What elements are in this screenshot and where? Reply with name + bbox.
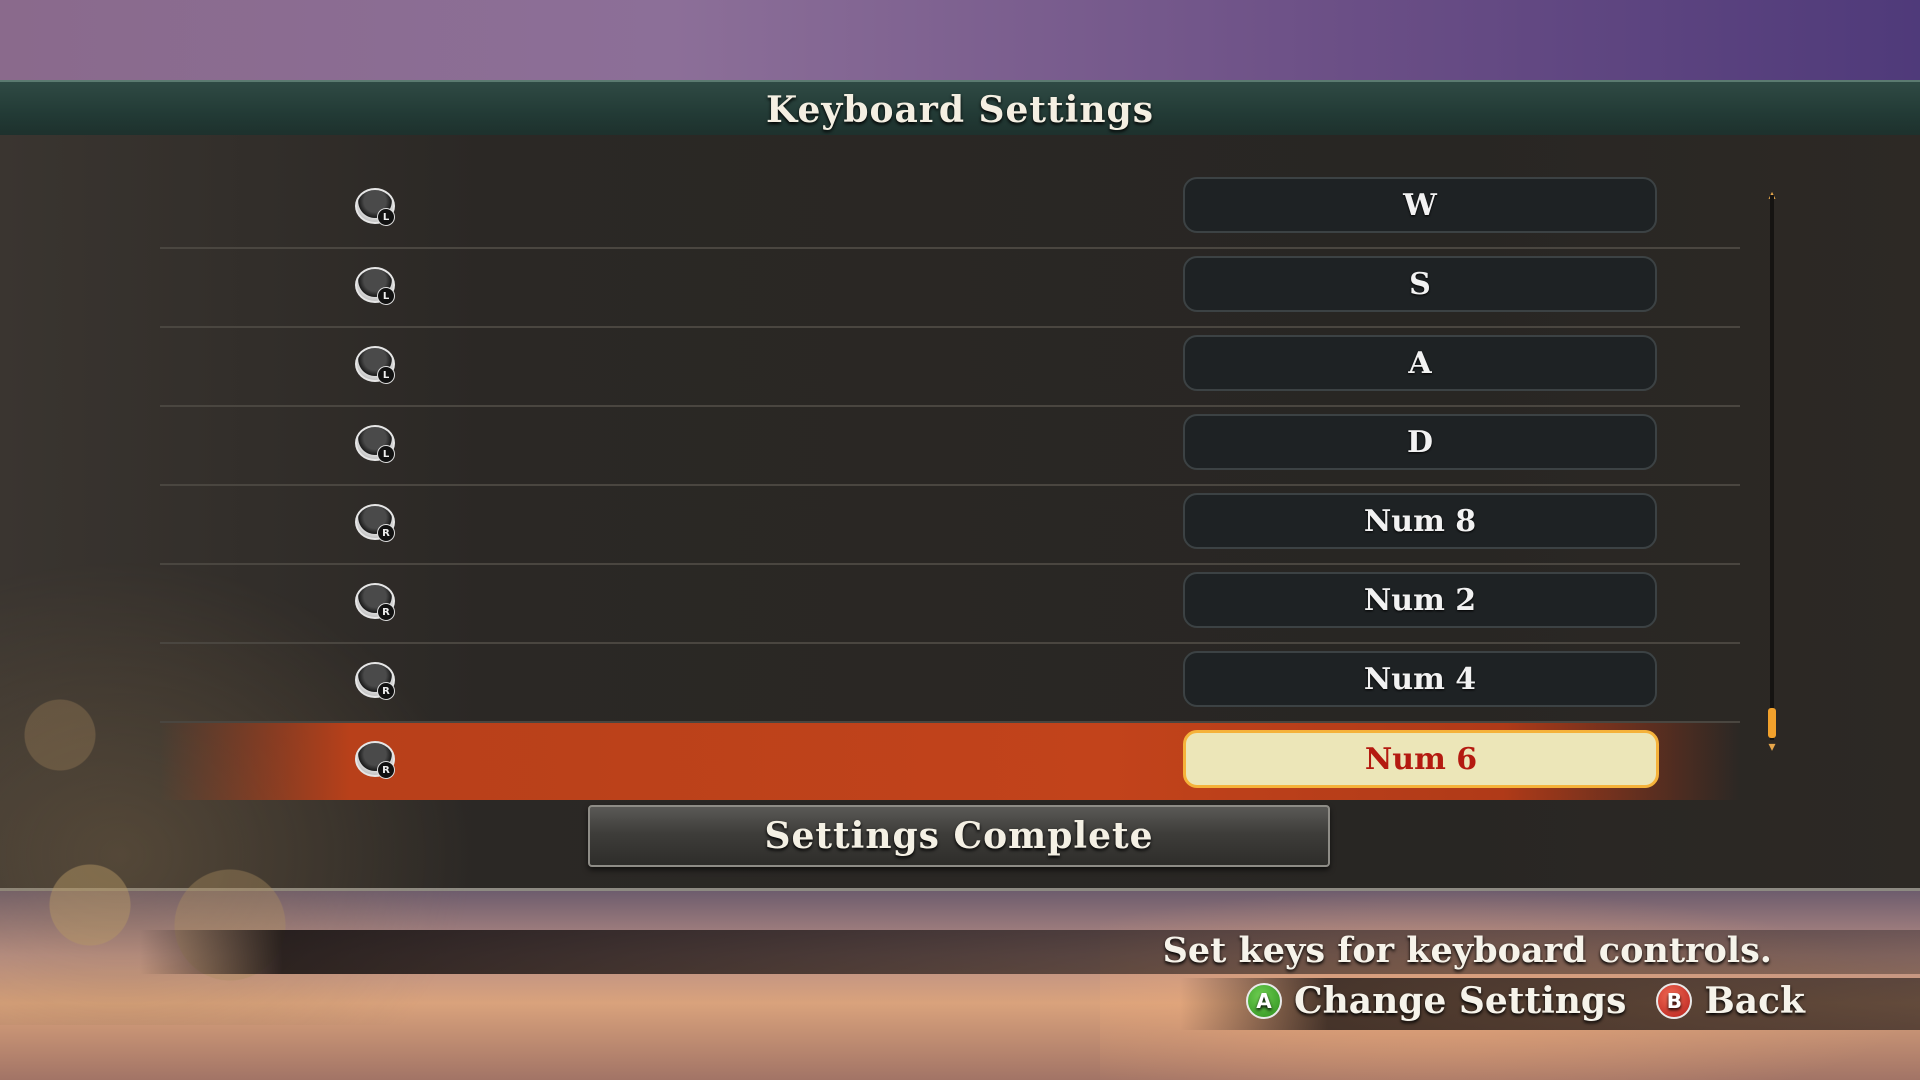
analog-stick-icon: L [355,188,395,226]
keybinding-row[interactable]: R Num 4 [160,644,1740,723]
analog-stick-icon: R [355,662,395,700]
footer-controls: A Change Settings B Back [1245,980,1805,1022]
analog-stick-icon: R [355,504,395,542]
analog-stick-icon: L [355,267,395,305]
keybinding-row[interactable]: R Num 2 [160,565,1740,644]
key-binding-button[interactable]: Num 8 [1183,493,1657,549]
scrollbar-thumb[interactable] [1768,708,1776,738]
key-binding-button[interactable]: W [1183,177,1657,233]
key-binding-button-selected[interactable]: Num 6 [1183,730,1659,788]
analog-stick-icon: L [355,425,395,463]
a-button-icon[interactable]: A [1245,983,1282,1019]
keybinding-list: L W L S L A L D R Num 8 R Num 2 R Num 4 … [160,170,1740,800]
keybinding-row[interactable]: R Num 8 [160,486,1740,565]
analog-stick-icon: R [355,583,395,621]
title-bar: Keyboard Settings [0,80,1920,139]
keybinding-row-selected[interactable]: R Num 6 [160,723,1740,800]
help-text: Set keys for keyboard controls. [1162,930,1772,971]
key-binding-button[interactable]: Num 4 [1183,651,1657,707]
keybinding-row[interactable]: L A [160,328,1740,407]
key-binding-button[interactable]: D [1183,414,1657,470]
analog-stick-icon: L [355,346,395,384]
background-top [0,0,1920,80]
keybinding-row[interactable]: L W [160,170,1740,249]
settings-complete-button[interactable]: Settings Complete [588,805,1330,867]
back-label[interactable]: Back [1704,980,1805,1022]
scroll-down-arrow-icon[interactable]: ▾ [1765,740,1779,754]
change-settings-label[interactable]: Change Settings [1294,980,1626,1022]
scrollbar-track[interactable] [1770,195,1774,740]
key-binding-button[interactable]: A [1183,335,1657,391]
page-title: Keyboard Settings [766,88,1154,131]
keybinding-row[interactable]: L D [160,407,1740,486]
keybinding-row[interactable]: L S [160,249,1740,328]
b-button-icon[interactable]: B [1656,983,1693,1019]
key-binding-button[interactable]: Num 2 [1183,572,1657,628]
key-binding-button[interactable]: S [1183,256,1657,312]
analog-stick-icon: R [355,741,395,779]
